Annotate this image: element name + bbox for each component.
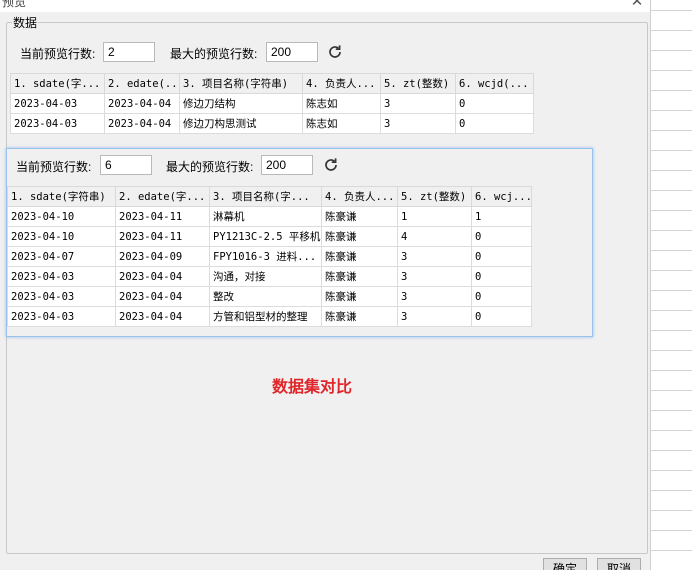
- ok-button[interactable]: 确定: [543, 558, 587, 570]
- table-cell: 2023-04-09: [115, 246, 210, 267]
- table-row[interactable]: 2023-04-03 2023-04-04 沟通，对接 陈豪谦 3 0: [7, 266, 532, 287]
- current-rows-label: 当前预览行数:: [20, 47, 96, 61]
- table-cell: 2023-04-04: [104, 113, 180, 134]
- table-cell: 0: [455, 113, 534, 134]
- table-cell: 2023-04-03: [7, 266, 116, 287]
- comparison-annotation: 数据集对比: [272, 377, 353, 396]
- table-cell: 0: [471, 306, 532, 327]
- table-cell: 3: [380, 113, 456, 134]
- preview-dialog: 预览 ✕ 数据 当前预览行数: 2 最大的预览行数: 200 1. sdate(…: [0, 0, 651, 570]
- table-cell: 2023-04-10: [7, 206, 116, 227]
- current-rows-input[interactable]: 6: [100, 155, 152, 175]
- table-cell: 2023-04-04: [104, 93, 180, 114]
- table-cell: 2023-04-03: [10, 93, 105, 114]
- table-cell: 0: [471, 246, 532, 267]
- cancel-button[interactable]: 取消: [597, 558, 641, 570]
- table-row[interactable]: 2023-04-03 2023-04-04 整改 陈豪谦 3 0: [7, 286, 532, 307]
- column-header[interactable]: 3. 项目名称(字符串): [179, 73, 303, 94]
- preview2-table: 1. sdate(字符串) 2. edate(字... 3. 项目名称(字... 4.…: [7, 186, 532, 327]
- table-row[interactable]: 2023-04-07 2023-04-09 FPY1016-3 进料... 陈豪谦 3 0: [7, 246, 532, 267]
- table-cell: 3: [397, 266, 472, 287]
- table-row[interactable]: 2023-04-03 2023-04-04 修边刀结构 陈志如 3 0: [10, 93, 534, 114]
- table-cell: 3: [397, 286, 472, 307]
- table-cell: 陈豪谦: [321, 266, 398, 287]
- table-cell: 修边刀结构: [179, 93, 303, 114]
- table-cell: 2023-04-11: [115, 226, 210, 247]
- table-cell: 0: [471, 266, 532, 287]
- table-cell: 方管和铝型材的整理: [209, 306, 322, 327]
- table-cell: 1: [397, 206, 472, 227]
- column-header[interactable]: 1. sdate(字符串): [7, 186, 116, 207]
- preview1-table: 1. sdate(字... 2. edate(... 3. 项目名称(字符串) 4. …: [10, 73, 534, 134]
- column-header[interactable]: 6. wcj...: [471, 186, 532, 207]
- table-cell: 陈豪谦: [321, 206, 398, 227]
- table-cell: 3: [380, 93, 456, 114]
- table-cell: 0: [471, 286, 532, 307]
- preview2-toolbar: 当前预览行数: 6 最大的预览行数: 200: [16, 155, 346, 177]
- table-cell: 整改: [209, 286, 322, 307]
- column-header[interactable]: 5. zt(整数): [397, 186, 472, 207]
- table-cell: PY1213C-2.5 平移机: [209, 226, 322, 247]
- table-cell: 陈豪谦: [321, 286, 398, 307]
- column-header[interactable]: 3. 项目名称(字...: [209, 186, 322, 207]
- current-rows-input[interactable]: 2: [103, 42, 155, 62]
- column-header[interactable]: 6. wcjd(...: [455, 73, 534, 94]
- group-legend: 数据: [12, 14, 39, 31]
- max-rows-label: 最大的预览行数:: [170, 47, 258, 61]
- table-row[interactable]: 2023-04-10 2023-04-11 PY1213C-2.5 平移机 陈豪谦 4 0: [7, 226, 532, 247]
- window-title: 预览: [2, 0, 27, 9]
- table-cell: 陈志如: [302, 113, 381, 134]
- table-cell: 沟通，对接: [209, 266, 322, 287]
- table-cell: 0: [471, 226, 532, 247]
- table-cell: 2023-04-03: [7, 286, 116, 307]
- table-cell: 陈豪谦: [321, 226, 398, 247]
- table-cell: 陈豪谦: [321, 246, 398, 267]
- table-cell: 淋幕机: [209, 206, 322, 227]
- max-rows-input[interactable]: 200: [266, 42, 318, 62]
- table-header-row: 1. sdate(字符串) 2. edate(字... 3. 项目名称(字... 4.…: [7, 186, 532, 207]
- max-rows-input[interactable]: 200: [261, 155, 313, 175]
- preview1-toolbar: 当前预览行数: 2 最大的预览行数: 200: [20, 42, 350, 64]
- table-row[interactable]: 2023-04-10 2023-04-11 淋幕机 陈豪谦 1 1: [7, 206, 532, 227]
- table-row[interactable]: 2023-04-03 2023-04-04 方管和铝型材的整理 陈豪谦 3 0: [7, 306, 532, 327]
- table-row[interactable]: 2023-04-03 2023-04-04 修边刀构思测试 陈志如 3 0: [10, 113, 534, 134]
- column-header[interactable]: 1. sdate(字...: [10, 73, 105, 94]
- table-cell: 2023-04-04: [115, 306, 210, 327]
- refresh-icon[interactable]: [326, 42, 344, 62]
- column-header[interactable]: 2. edate(字...: [115, 186, 210, 207]
- table-cell: 3: [397, 306, 472, 327]
- table-cell: 2023-04-11: [115, 206, 210, 227]
- table-header-row: 1. sdate(字... 2. edate(... 3. 项目名称(字符串) 4. …: [10, 73, 534, 94]
- table-cell: 0: [455, 93, 534, 114]
- table-cell: 2023-04-04: [115, 266, 210, 287]
- column-header[interactable]: 5. zt(整数): [380, 73, 456, 94]
- max-rows-label: 最大的预览行数:: [166, 160, 254, 174]
- column-header[interactable]: 4. 负责人...: [302, 73, 381, 94]
- table-cell: 陈豪谦: [321, 306, 398, 327]
- table-cell: FPY1016-3 进料...: [209, 246, 322, 267]
- close-icon[interactable]: ✕: [630, 0, 644, 10]
- current-rows-label: 当前预览行数:: [16, 160, 92, 174]
- table-cell: 陈志如: [302, 93, 381, 114]
- table-cell: 2023-04-04: [115, 286, 210, 307]
- preview2-panel: 当前预览行数: 6 最大的预览行数: 200 1. sdate(字符串) 2. e…: [6, 148, 593, 337]
- table-cell: 2023-04-10: [7, 226, 116, 247]
- column-header[interactable]: 4. 负责人...: [321, 186, 398, 207]
- table-cell: 4: [397, 226, 472, 247]
- column-header[interactable]: 2. edate(...: [104, 73, 180, 94]
- table-cell: 2023-04-03: [10, 113, 105, 134]
- table-cell: 3: [397, 246, 472, 267]
- table-cell: 2023-04-03: [7, 306, 116, 327]
- table-cell: 2023-04-07: [7, 246, 116, 267]
- table-cell: 1: [471, 206, 532, 227]
- spreadsheet-background: [650, 0, 692, 570]
- table-cell: 修边刀构思测试: [179, 113, 303, 134]
- refresh-icon[interactable]: [322, 155, 340, 175]
- title-bar: 预览 ✕: [0, 0, 650, 12]
